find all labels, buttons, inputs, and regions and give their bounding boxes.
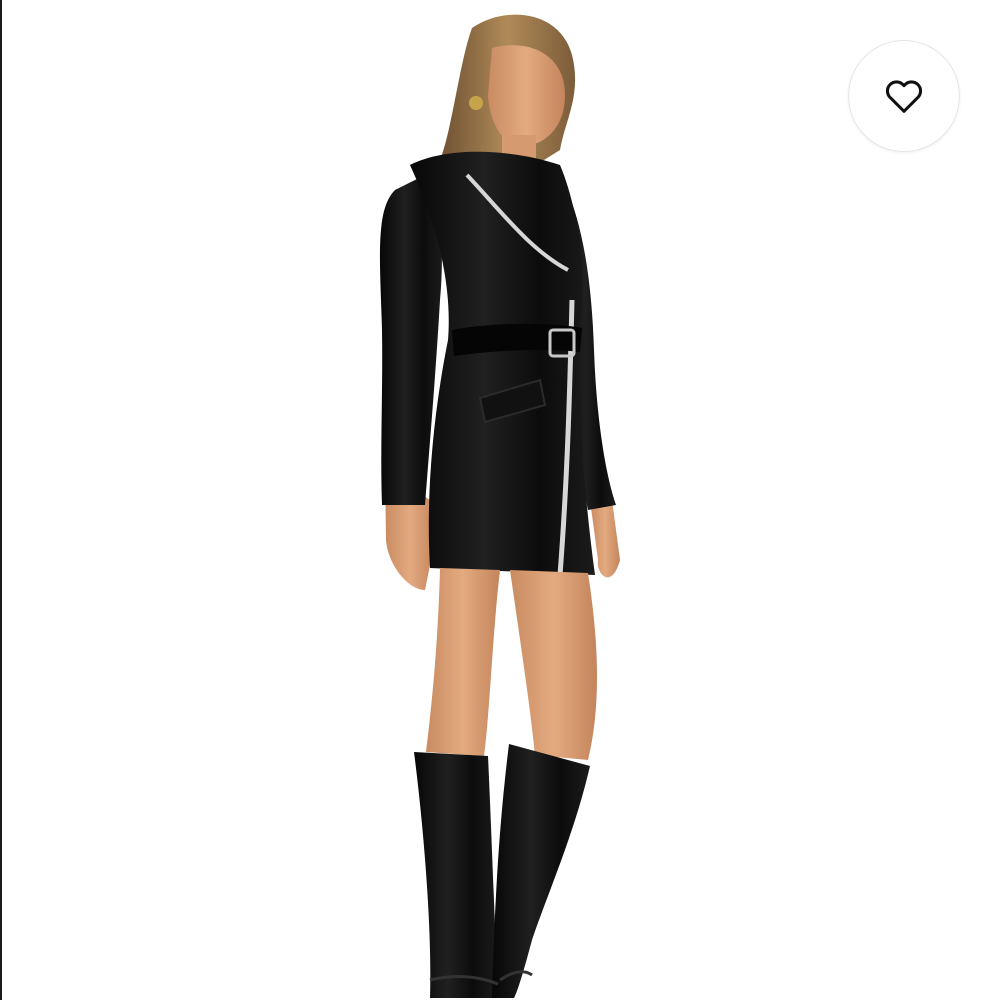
- right-hand: [590, 500, 620, 578]
- heart-outline-icon: [885, 80, 923, 113]
- product-image-viewer: [0, 0, 1000, 1000]
- earring: [469, 96, 483, 110]
- left-boot: [414, 752, 498, 998]
- favorite-button[interactable]: [848, 40, 960, 152]
- right-boot: [492, 744, 590, 998]
- left-leg: [426, 568, 500, 756]
- product-photo[interactable]: [0, 0, 1000, 1000]
- right-leg: [510, 570, 597, 760]
